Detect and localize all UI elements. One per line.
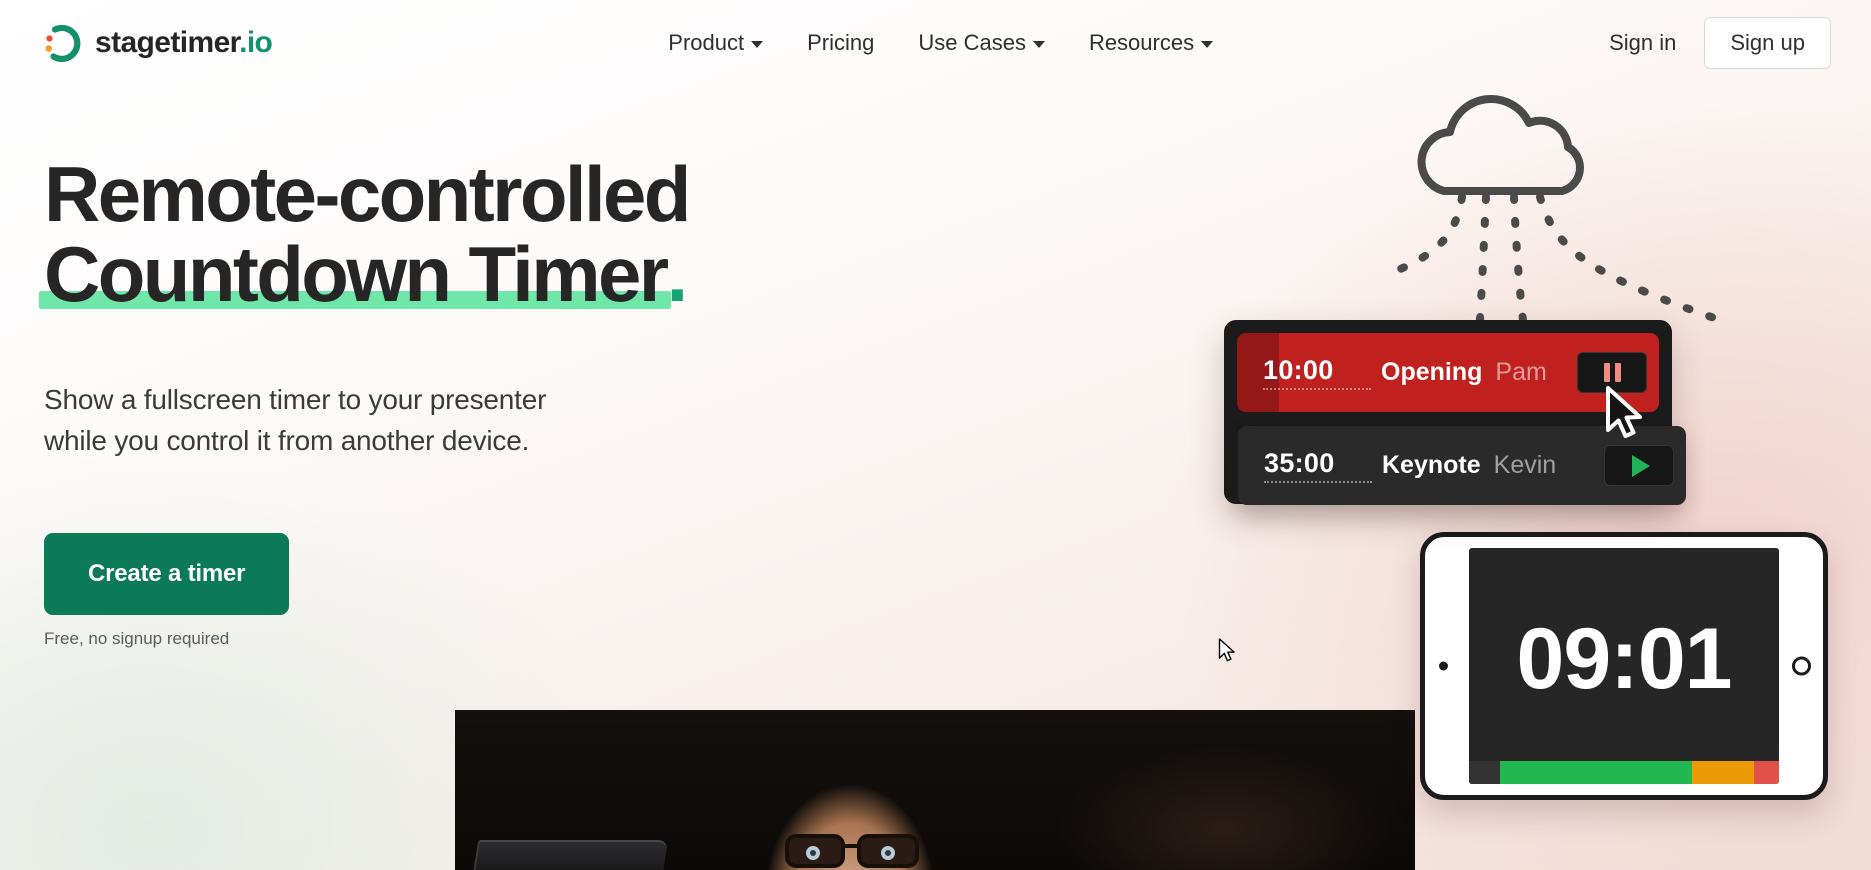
- nav-item-use-cases-label: Use Cases: [918, 29, 1026, 55]
- nav-item-pricing-label: Pricing: [807, 29, 875, 55]
- nav-item-resources-label: Resources: [1088, 29, 1195, 55]
- sign-in-link[interactable]: Sign in: [1609, 30, 1676, 56]
- headline-line-2-wrap: Countdown Timer: [39, 234, 671, 315]
- cue-row[interactable]: 10:00 Opening Pam: [1237, 333, 1659, 412]
- laptop-in-photo: [471, 840, 669, 870]
- timer-progress-bar: [1469, 761, 1779, 784]
- play-button[interactable]: [1604, 445, 1674, 486]
- cta-note: Free, no signup required: [44, 629, 230, 649]
- nav-item-product-label: Product: [668, 29, 745, 55]
- cue-title: Keynote: [1382, 451, 1481, 479]
- progress-segment-red: [1754, 761, 1779, 784]
- nav-links: Product Pricing Use Cases Resources: [668, 29, 1214, 56]
- headline-line-2: Countdown Timer: [44, 229, 669, 318]
- main-navigation: stagetimer.io Product Pricing Use Cases …: [0, 0, 1871, 85]
- pause-icon: [1603, 363, 1621, 382]
- cue-time: 35:00: [1264, 448, 1372, 483]
- create-a-timer-button[interactable]: Create a timer: [44, 533, 290, 616]
- chevron-down-icon: [1201, 41, 1214, 48]
- logo-name: stagetimer: [95, 25, 240, 59]
- progress-segment-empty: [1469, 761, 1500, 784]
- nav-auth-group: Sign in Sign up: [1609, 16, 1831, 69]
- page-title: Remote-controlled Countdown Timer.: [39, 154, 804, 315]
- nav-item-resources[interactable]: Resources: [1088, 29, 1214, 56]
- tablet-device: 09:01: [1420, 532, 1828, 800]
- nav-item-use-cases[interactable]: Use Cases: [918, 30, 1045, 56]
- cue-title: Opening: [1381, 358, 1483, 386]
- cue-speaker: Kevin: [1493, 451, 1557, 479]
- hero-photo: [455, 710, 1415, 870]
- chevron-down-icon: [1032, 41, 1045, 48]
- fullscreen-timer-display: 09:01: [1516, 610, 1733, 707]
- glasses-in-photo: [785, 834, 919, 868]
- sign-up-button[interactable]: Sign up: [1704, 16, 1831, 69]
- logo-text: stagetimer.io: [95, 25, 273, 60]
- widget-arrow-cursor-icon: [1604, 386, 1650, 449]
- headline-period: .: [666, 229, 689, 318]
- progress-segment-orange: [1692, 761, 1755, 784]
- tablet-screen: 09:01: [1469, 548, 1779, 784]
- nav-item-pricing[interactable]: Pricing: [807, 30, 874, 56]
- play-icon: [1631, 454, 1650, 477]
- logo-tld: .io: [239, 25, 273, 59]
- logo-link[interactable]: stagetimer.io: [40, 21, 273, 65]
- stagetimer-arc-logo-icon: [40, 21, 84, 65]
- progress-segment-green: [1500, 761, 1693, 784]
- camera-icon: [1439, 661, 1448, 671]
- headline-line-1: Remote-controlled: [44, 150, 691, 238]
- hero-subheadline: Show a fullscreen timer to your presente…: [44, 384, 547, 456]
- chevron-down-icon: [751, 41, 764, 48]
- home-button-icon: [1792, 656, 1811, 676]
- os-arrow-cursor-icon: [1218, 638, 1238, 670]
- hero-copy: Remote-controlled Countdown Timer. Show …: [39, 154, 804, 649]
- cloud-icon: [1417, 94, 1584, 195]
- cue-time: 10:00: [1263, 355, 1371, 390]
- nav-item-product[interactable]: Product: [668, 29, 764, 56]
- cue-speaker: Pam: [1495, 358, 1547, 386]
